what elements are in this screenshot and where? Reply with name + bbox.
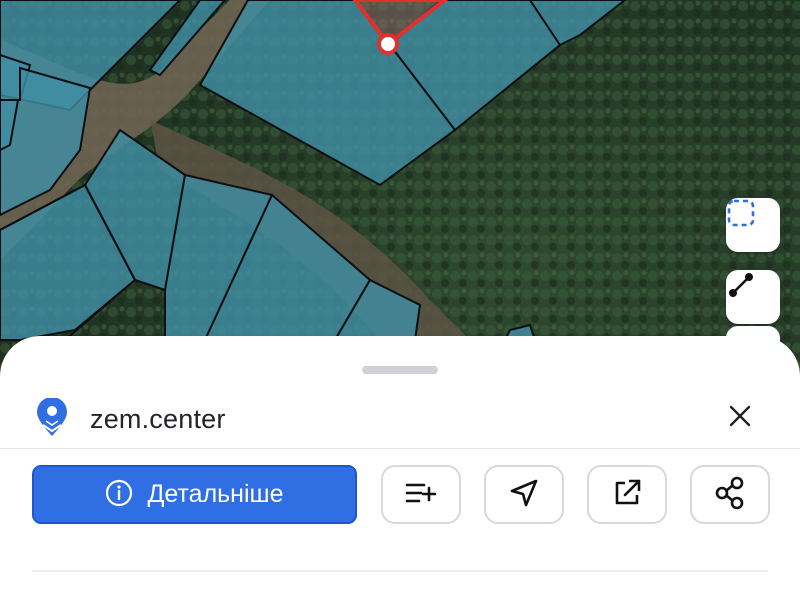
location-pin-icon [34, 397, 70, 438]
share-icon [713, 476, 747, 514]
content-divider [32, 570, 768, 572]
open-external-button[interactable] [587, 465, 667, 524]
bottom-sheet: zem.center Детальніше [0, 336, 800, 600]
sheet-header: zem.center [0, 392, 800, 448]
details-button[interactable]: Детальніше [32, 465, 357, 524]
open-external-icon [611, 477, 643, 513]
navigate-button[interactable] [484, 465, 564, 524]
select-area-button[interactable] [726, 198, 780, 252]
measure-line-button[interactable] [726, 270, 780, 324]
add-to-list-icon [404, 478, 438, 512]
navigate-icon [508, 477, 540, 513]
share-button[interactable] [690, 465, 770, 524]
close-button[interactable] [722, 400, 758, 436]
site-name[interactable]: zem.center [90, 404, 226, 435]
details-label: Детальніше [147, 480, 284, 508]
close-icon [728, 404, 752, 432]
add-to-list-button[interactable] [381, 465, 461, 524]
parcel-vertex-handle[interactable] [377, 33, 399, 55]
info-icon [105, 479, 133, 511]
header-divider [0, 448, 800, 449]
sheet-drag-handle[interactable] [362, 366, 438, 374]
